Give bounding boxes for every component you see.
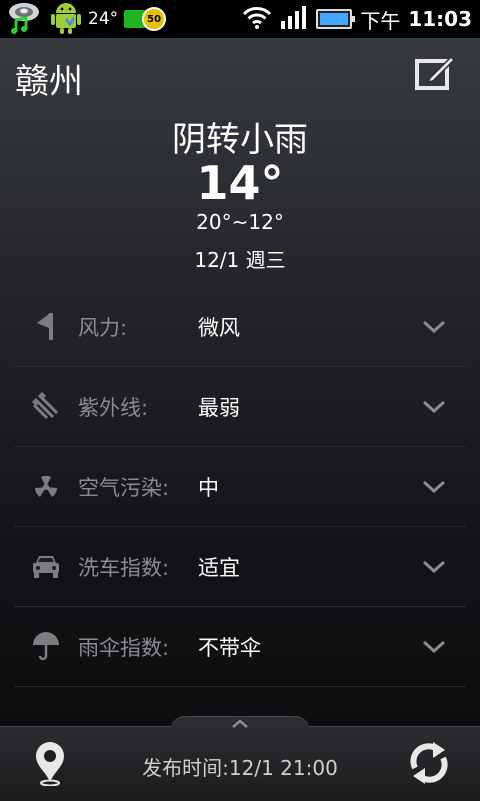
detail-value: 微风: [198, 315, 240, 340]
radiation-icon: [31, 471, 61, 501]
detail-value: 中: [198, 475, 219, 500]
detail-row-car-wash[interactable]: 洗车指数: 适宜: [15, 527, 465, 607]
detail-value: 不带伞: [198, 635, 261, 660]
details-list: 风力: 微风 紫外线: 最弱 空气污染: 中 洗车指数: 适宜 雨伞指数: 不带…: [15, 287, 465, 687]
wifi-icon: [242, 5, 272, 33]
music-notification-icon: [6, 0, 44, 38]
status-ampm: 下午: [360, 8, 401, 33]
refresh-button[interactable]: [407, 740, 451, 786]
detail-label: 洗车指数:: [78, 555, 170, 580]
status-bar: 24° 50 下午 11:03: [0, 0, 480, 38]
detail-label: 雨伞指数:: [78, 635, 170, 660]
battery-badge: 50: [142, 7, 167, 31]
detail-label: 空气污染:: [78, 475, 170, 500]
car-icon: [31, 551, 61, 581]
edit-button[interactable]: [412, 52, 458, 94]
chevron-down-icon[interactable]: [421, 475, 447, 497]
chevron-down-icon[interactable]: [421, 315, 447, 337]
flag-icon: [31, 311, 61, 341]
android-icon: [50, 0, 82, 39]
detail-row-air-pollution[interactable]: 空气污染: 中: [15, 447, 465, 527]
refresh-icon: [410, 742, 448, 784]
expand-handle[interactable]: [170, 716, 310, 731]
chevron-up-icon: [232, 719, 248, 728]
edit-icon: [415, 55, 456, 90]
forecast-date: 12/1 週三: [194, 248, 286, 272]
battery-icon: [316, 9, 356, 29]
current-temperature: 14°: [196, 156, 284, 210]
status-temperature: 24°: [88, 9, 119, 29]
chevron-down-icon[interactable]: [421, 555, 447, 577]
battery-notification-icon: 50: [124, 7, 167, 31]
uv-icon: [31, 391, 61, 421]
city-name[interactable]: 赣州: [15, 54, 83, 103]
umbrella-icon: [31, 631, 61, 661]
detail-row-uv[interactable]: 紫外线: 最弱: [15, 367, 465, 447]
detail-value: 适宜: [198, 555, 240, 580]
temperature-range: 20°~12°: [196, 210, 284, 234]
chevron-down-icon[interactable]: [421, 635, 447, 657]
status-time: 11:03: [408, 7, 472, 31]
detail-row-wind[interactable]: 风力: 微风: [15, 287, 465, 367]
weather-condition: 阴转小雨: [172, 120, 308, 160]
detail-label: 紫外线:: [78, 395, 149, 420]
detail-value: 最弱: [198, 395, 240, 420]
signal-icon: [280, 5, 308, 33]
detail-label: 风力:: [78, 315, 128, 340]
chevron-down-icon[interactable]: [421, 395, 447, 417]
detail-row-umbrella[interactable]: 雨伞指数: 不带伞: [15, 607, 465, 687]
